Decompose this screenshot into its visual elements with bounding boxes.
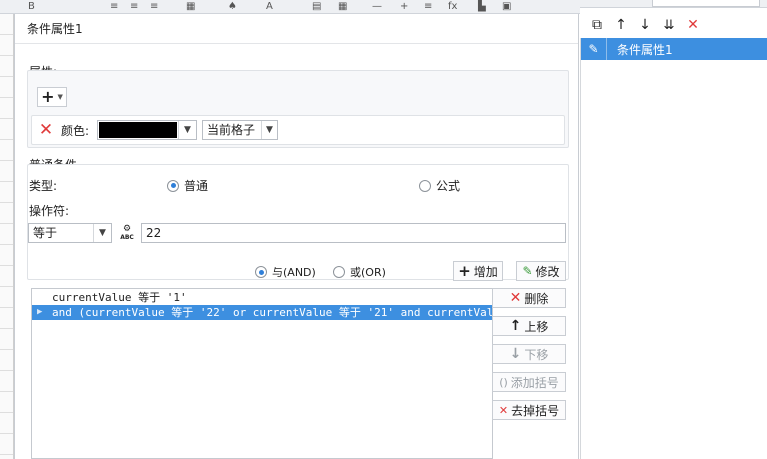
color-swatch <box>99 122 177 138</box>
logic-radio-and[interactable]: 与(AND) <box>255 264 316 280</box>
logic-or-label: 或(OR) <box>350 266 386 279</box>
align-left-icon: ≡ <box>110 1 119 12</box>
move-down-label: 下移 <box>524 347 549 362</box>
arrow-up-icon[interactable]: ↑ <box>612 16 630 34</box>
condition-attribute-item[interactable]: ✎ 条件属性1 <box>581 38 767 60</box>
right-panel-field <box>652 0 760 7</box>
radio-selected-icon <box>167 179 179 192</box>
logic-radio-or[interactable]: 或(OR) <box>333 264 386 280</box>
move-up-label: 上移 <box>524 319 549 334</box>
minus-icon: — <box>372 1 382 12</box>
radio-selected-icon <box>255 266 267 278</box>
paint-icon: ♠ <box>228 1 237 12</box>
condition-attribute-item-label: 条件属性1 <box>617 42 673 57</box>
delete-label: 删除 <box>524 291 549 306</box>
modify-condition-button[interactable]: ✎ 修改 <box>516 261 566 281</box>
type-option-normal-label: 普通 <box>184 179 209 193</box>
operator-value: 等于 <box>33 226 58 240</box>
plus-icon: + <box>400 1 409 12</box>
align-right-icon: ≡ <box>150 1 159 12</box>
value-type-icon: ⚙ <box>122 224 132 234</box>
arrow-down-icon: ↓ <box>509 345 522 362</box>
chevron-down-icon: ▼ <box>178 121 196 139</box>
chevron-down-icon: ▼ <box>93 224 111 242</box>
arrow-down-icon[interactable]: ↓ <box>636 16 654 34</box>
copy-icon[interactable]: ⧉ <box>588 16 606 34</box>
formula-icon: fx <box>448 1 458 12</box>
delete-x-icon[interactable]: ✕ <box>684 16 702 34</box>
condition-text: currentValue 等于 '1' <box>52 291 187 304</box>
remove-bracket-label: 去掉括号 <box>511 403 560 418</box>
background-toolbar: B ≡ ≡ ≡ ▦ ♠ A ▤ ▦ — + ≡ fx ▙ ▣ <box>0 0 580 14</box>
expand-arrow-icon[interactable]: ▶ <box>37 305 42 320</box>
color-label: 颜色: <box>61 124 90 138</box>
move-down-button[interactable]: ↓ 下移 <box>492 344 566 364</box>
type-radio-formula[interactable]: 公式 <box>419 177 460 194</box>
condition-attribute-dialog: 条件属性1 属性: + ▼ ✕ 颜色: ▼ 当前格子 ▼ 普通条件 类型: 普通… <box>14 14 579 459</box>
modify-condition-label: 修改 <box>535 264 560 279</box>
condition-text: and (currentValue 等于 '22' or currentValu… <box>52 306 492 319</box>
add-bracket-label: 添加括号 <box>510 375 559 390</box>
delete-x-icon: ✕ <box>509 289 522 306</box>
add-condition-button[interactable]: + 增加 <box>453 261 503 281</box>
remove-attribute-button[interactable]: ✕ <box>37 121 55 139</box>
right-panel-toolbar: ⧉ ↑ ↓ ⇊ ✕ <box>580 12 767 38</box>
condition-attribute-list: ✎ 条件属性1 <box>580 38 767 459</box>
condition-value-input[interactable]: 22 <box>141 223 566 243</box>
logic-and-label: 与(AND) <box>272 266 316 279</box>
align-center-icon: ≡ <box>130 1 139 12</box>
radio-unselected-icon <box>333 266 345 278</box>
condition-row[interactable]: currentValue 等于 '1' <box>32 290 492 305</box>
condition-list[interactable]: currentValue 等于 '1' ▶ and (currentValue … <box>31 288 493 459</box>
image-icon: ▣ <box>502 1 512 12</box>
type-radio-normal[interactable]: 普通 <box>167 177 208 194</box>
background-sheet-rows <box>0 14 14 459</box>
delete-condition-button[interactable]: ✕ 删除 <box>492 288 566 308</box>
type-label: 类型: <box>29 179 58 193</box>
abc-icon: ABC <box>120 234 134 241</box>
add-bracket-button[interactable]: () 添加括号 <box>492 372 566 392</box>
table-icon: ▦ <box>338 1 348 12</box>
right-panel-header <box>580 0 767 8</box>
font-color-icon: A <box>266 1 273 12</box>
operator-select[interactable]: 等于 ▼ <box>28 223 112 243</box>
bracket-icon: () <box>499 375 508 389</box>
chevron-down-icon: ▼ <box>57 93 63 101</box>
pencil-icon: ✎ <box>581 38 607 60</box>
arrow-up-icon: ↑ <box>509 317 522 334</box>
color-picker[interactable]: ▼ <box>97 120 197 140</box>
move-bottom-icon[interactable]: ⇊ <box>660 16 678 34</box>
chart-icon: ▙ <box>478 1 486 12</box>
dialog-title: 条件属性1 <box>15 14 578 44</box>
add-attribute-glyph: + <box>41 87 55 106</box>
type-option-formula-label: 公式 <box>436 179 461 193</box>
value-type-button[interactable]: ⚙ ABC <box>116 222 138 244</box>
move-up-button[interactable]: ↑ 上移 <box>492 316 566 336</box>
remove-bracket-icon: ✕ <box>498 403 509 417</box>
radio-unselected-icon <box>419 179 431 192</box>
operator-label: 操作符: <box>29 204 70 218</box>
scope-select[interactable]: 当前格子 ▼ <box>202 120 278 140</box>
merge-icon: ▤ <box>312 1 322 12</box>
border-icon: ▦ <box>186 1 196 12</box>
scope-value: 当前格子 <box>207 123 256 137</box>
condition-row-selected[interactable]: ▶ and (currentValue 等于 '22' or currentVa… <box>32 305 492 320</box>
plus-icon: + <box>458 262 471 280</box>
list-icon: ≡ <box>424 1 433 12</box>
delete-x-icon: ✕ <box>38 120 54 140</box>
bold-icon: B <box>28 1 35 12</box>
chevron-down-icon: ▼ <box>261 121 277 139</box>
edit-green-icon: ✎ <box>522 264 533 278</box>
add-condition-label: 增加 <box>473 264 498 279</box>
add-attribute-button[interactable]: + ▼ <box>37 87 67 107</box>
remove-bracket-button[interactable]: ✕ 去掉括号 <box>492 400 566 420</box>
